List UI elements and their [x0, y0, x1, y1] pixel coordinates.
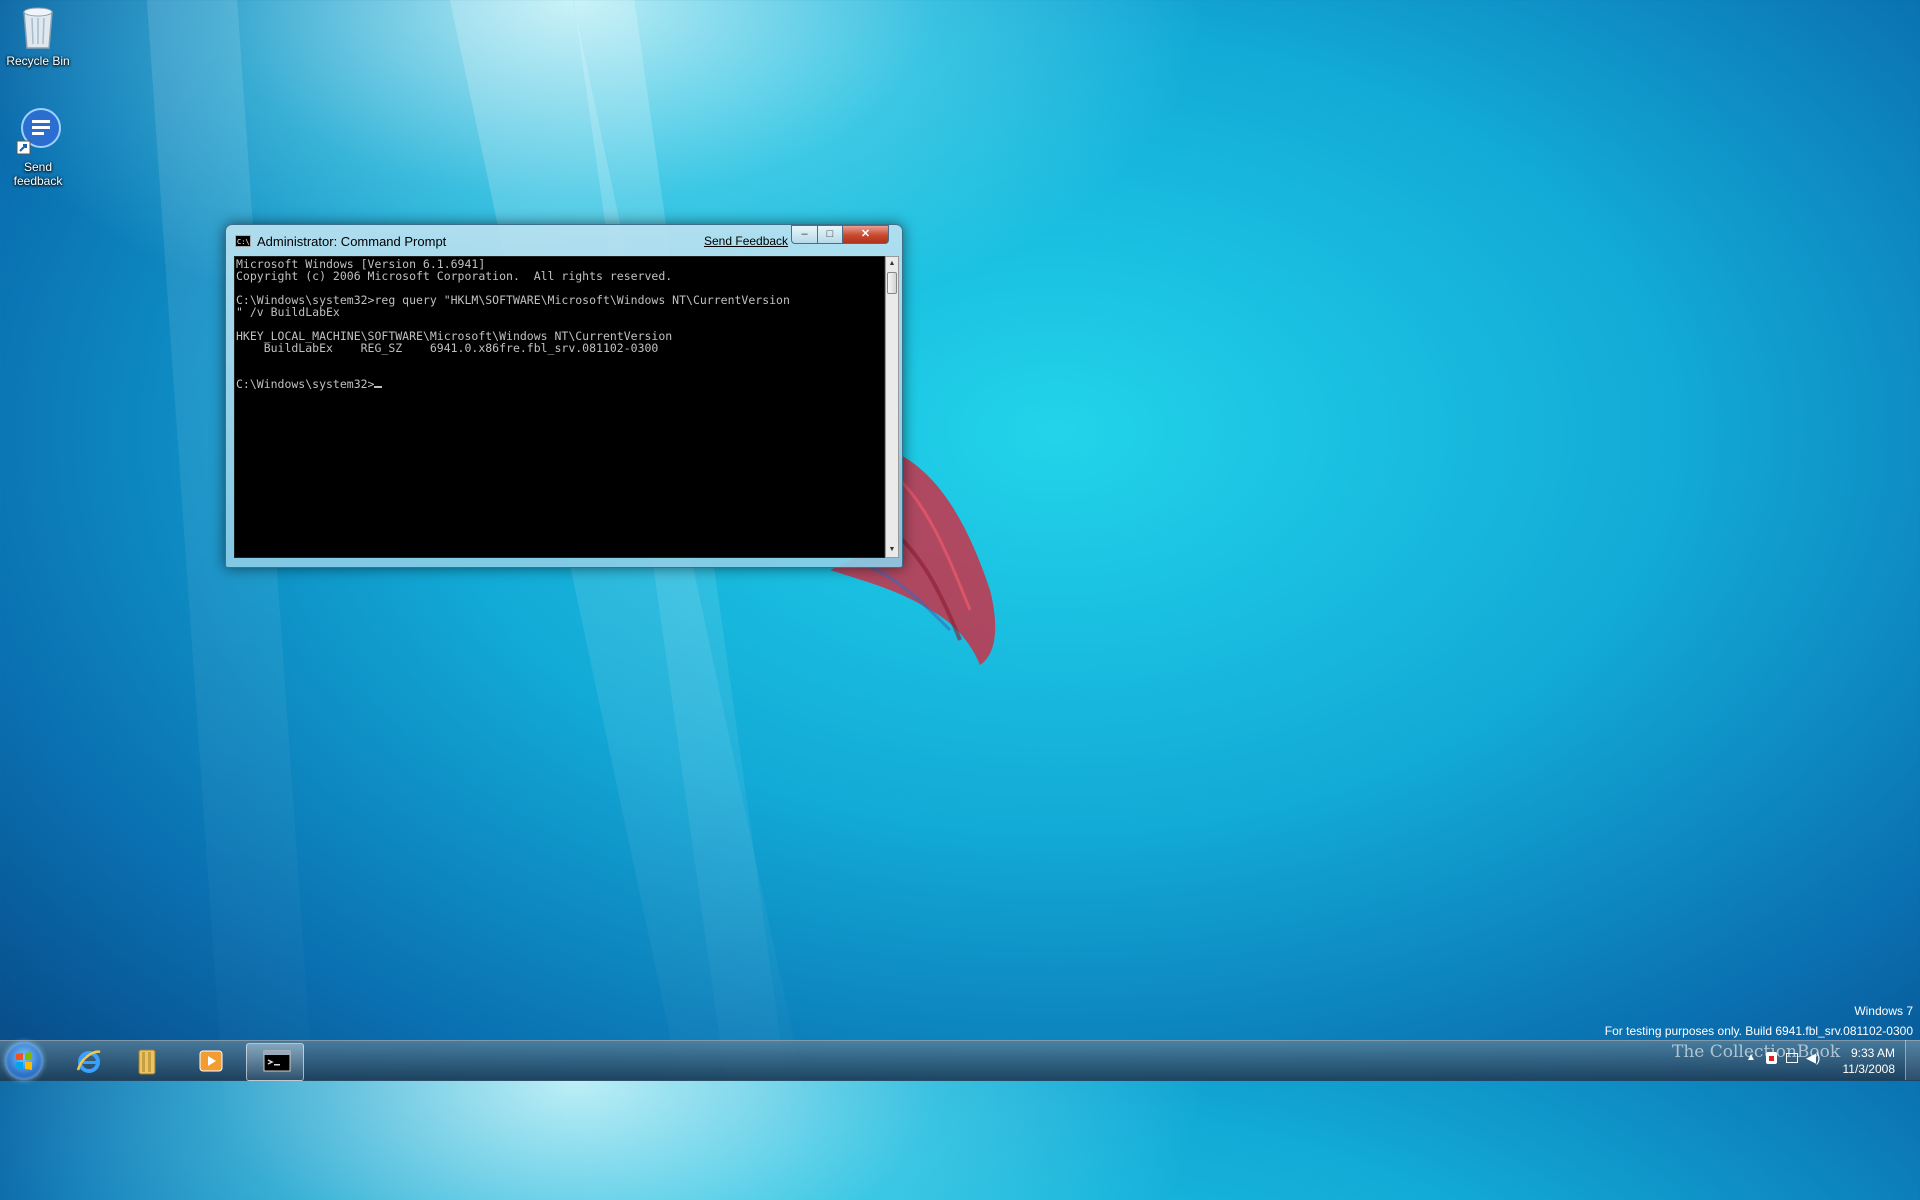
light-ray [560, 0, 801, 1192]
media-player-icon [199, 1050, 223, 1072]
vertical-scrollbar[interactable]: ▲ ▼ [885, 256, 899, 558]
os-watermark-name: Windows 7 [1854, 1004, 1913, 1018]
window-title: Administrator: Command Prompt [257, 234, 447, 249]
command-prompt-icon: C:\ [235, 235, 251, 247]
start-button[interactable] [5, 1042, 43, 1080]
scroll-thumb[interactable] [887, 272, 897, 294]
taskbar-command-prompt[interactable] [246, 1043, 304, 1081]
close-button[interactable]: ✕ [842, 225, 889, 244]
console-line: BuildLabEx REG_SZ 6941.0.x86fre.fbl_srv.… [236, 341, 659, 355]
window-titlebar[interactable]: C:\ Administrator: Command Prompt Send F… [226, 225, 902, 255]
desktop-icon-send-feedback[interactable]: Send feedback [0, 108, 76, 188]
folder-library-icon [138, 1049, 156, 1075]
console-text: Microsoft Windows [Version 6.1.6941] Cop… [236, 258, 790, 390]
network-icon[interactable] [1786, 1053, 1798, 1063]
command-prompt-window[interactable]: C:\ Administrator: Command Prompt Send F… [225, 224, 903, 568]
start-orb-icon [16, 1052, 32, 1070]
light-ray [431, 0, 819, 1185]
volume-icon[interactable]: ◀) [1806, 1050, 1820, 1066]
taskbar [0, 1040, 1920, 1081]
maximize-button[interactable]: □ [817, 225, 843, 244]
scroll-down-arrow-icon[interactable]: ▼ [886, 543, 898, 557]
send-feedback-link[interactable]: Send Feedback [704, 234, 788, 248]
action-center-flag-icon[interactable] [1766, 1052, 1777, 1064]
recycle-bin-icon [23, 7, 53, 49]
show-desktop-button[interactable] [1905, 1040, 1920, 1080]
clock-time[interactable]: 9:33 AM [1851, 1046, 1895, 1060]
clock-date[interactable]: 11/3/2008 [1843, 1062, 1896, 1076]
command-prompt-icon [263, 1050, 291, 1072]
console-line: C:\Windows\system32> [236, 377, 375, 391]
desktop-icon-label: Send feedback [13, 160, 63, 188]
internet-explorer-icon [76, 1050, 101, 1073]
system-tray: ▲ ◀) 9:33 AM 11/3/2008 [1740, 1040, 1920, 1080]
desktop-icon-recycle-bin[interactable]: Recycle Bin [0, 2, 76, 68]
light-ray [140, 0, 321, 1200]
os-watermark-build: For testing purposes only. Build 6941.fb… [1604, 1024, 1913, 1038]
send-feedback-icon [16, 108, 61, 155]
scroll-up-arrow-icon[interactable]: ▲ [886, 257, 898, 271]
console-cursor [374, 386, 383, 388]
console-output[interactable]: Microsoft Windows [Version 6.1.6941] Cop… [234, 256, 885, 558]
taskbar-internet-explorer[interactable] [60, 1043, 116, 1079]
taskbar-media-player[interactable] [182, 1043, 238, 1079]
console-line: Copyright (c) 2006 Microsoft Corporation… [236, 269, 673, 283]
console-line: " /v BuildLabEx [236, 305, 340, 319]
taskbar-windows-explorer[interactable] [118, 1043, 174, 1079]
minimize-button[interactable]: ‒ [791, 225, 818, 244]
desktop-icon-label: Recycle Bin [6, 54, 70, 68]
show-hidden-icons-icon[interactable]: ▲ [1746, 1052, 1756, 1063]
